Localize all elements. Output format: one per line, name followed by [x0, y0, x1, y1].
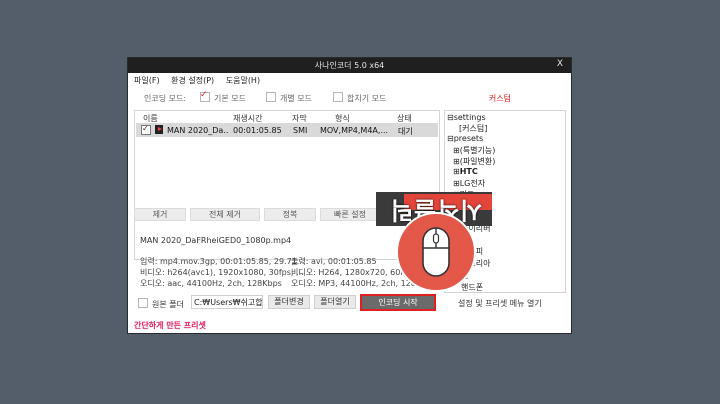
tree-htc[interactable]: ⊞HTC: [453, 167, 478, 176]
mouse-icon: [422, 227, 450, 277]
menu-bar: 파일(F) 환경 설정(P) 도움말(H): [134, 75, 269, 87]
menu-settings[interactable]: 환경 설정(P): [171, 76, 214, 85]
table-row[interactable]: MAN 2020_Da.. 00:01:05.85 SMI MOV,MP4,M4…: [136, 123, 438, 137]
checkbox-icon[interactable]: [138, 298, 148, 308]
restore-button[interactable]: 정복: [264, 208, 316, 221]
audio-input-info: 오디오: aac, 44100Hz, 2ch, 128Kbps: [140, 279, 282, 288]
file-duration: 00:01:05.85: [233, 126, 282, 135]
checkbox-checked-icon[interactable]: [200, 90, 210, 102]
footer-note: 간단하게 만든 프리셋: [134, 321, 206, 330]
encoding-mode-label: 인코딩 모드:: [144, 94, 187, 103]
quick-settings-button[interactable]: 빠른 설정: [320, 208, 380, 221]
preset-menu-button[interactable]: 설정 및 프리셋 메뉴 열기: [458, 298, 542, 309]
video-input-info: 비디오: h264(avc1), 1920x1080, 30fps, ...: [140, 268, 304, 277]
video-file-icon: [155, 125, 163, 134]
open-folder-button[interactable]: 폴더열기: [314, 295, 356, 309]
mode-basic[interactable]: 기본 모드: [200, 90, 246, 104]
tree-custom[interactable]: [커스텀]: [459, 123, 487, 134]
custom-link[interactable]: 커스텀: [489, 93, 511, 104]
output-path-field[interactable]: C:₩Users₩쉬고합시다: [191, 295, 263, 309]
tree-presets[interactable]: ⊟presets: [447, 134, 483, 143]
source-folder-toggle[interactable]: 원본 폴더: [138, 298, 184, 310]
start-encoding-button[interactable]: 인코딩 시작: [360, 294, 436, 311]
mouse-click-indicator: [396, 212, 476, 292]
mode-individual-label: 개별 모드: [280, 94, 312, 103]
window-title: 사나인코더 5.0 x64: [314, 61, 385, 70]
app-window: 사나인코더 5.0 x64 X 파일(F) 환경 설정(P) 도움말(H) 인코…: [127, 57, 572, 334]
checkbox-icon[interactable]: [333, 92, 343, 102]
tree-lg[interactable]: ⊞LG전자: [453, 178, 485, 189]
remove-button[interactable]: 제거: [134, 208, 186, 221]
remove-all-button[interactable]: 전체 제거: [190, 208, 260, 221]
menu-help[interactable]: 도움말(H): [226, 76, 260, 85]
file-status: 대기: [398, 127, 413, 136]
encoding-mode-bar: 인코딩 모드: 기본 모드 개별 모드 합치기 모드 커스텀: [128, 90, 571, 104]
bottom-bar: 원본 폴더 C:₩Users₩쉬고합시다 폴더변경 폴더열기 인코딩 시작 설정…: [128, 294, 571, 313]
input-info: 입력: mp4.mov.3gp, 00:01:05.85, 29.71...: [140, 257, 305, 266]
file-subtitle: SMI: [293, 126, 308, 135]
mode-individual[interactable]: 개별 모드: [266, 92, 312, 104]
file-format: MOV,MP4,M4A,...: [320, 126, 389, 135]
title-bar[interactable]: 사나인코더 5.0 x64 X: [128, 58, 571, 73]
mode-basic-label: 기본 모드: [214, 94, 246, 103]
output-info: 출력: avi, 00:01:05.85: [291, 257, 377, 266]
mode-merge-label: 합치기 모드: [347, 94, 387, 103]
mode-merge[interactable]: 합치기 모드: [333, 92, 386, 104]
checkbox-icon[interactable]: [266, 92, 276, 102]
menu-file[interactable]: 파일(F): [134, 76, 160, 85]
close-icon[interactable]: X: [557, 59, 563, 69]
source-folder-label: 원본 폴더: [152, 300, 184, 309]
row-checkbox-icon[interactable]: [141, 124, 151, 135]
tree-special[interactable]: ⊞(특별기능): [453, 145, 495, 156]
selected-file-name: MAN 2020_DaFRheiGED0_1080p.mp4: [140, 236, 292, 245]
file-name: MAN 2020_Da..: [167, 126, 229, 135]
change-folder-button[interactable]: 폴더변경: [268, 295, 310, 309]
tree-file-convert[interactable]: ⊞(파일변환): [453, 156, 495, 167]
tree-settings[interactable]: ⊟settings: [447, 113, 486, 122]
